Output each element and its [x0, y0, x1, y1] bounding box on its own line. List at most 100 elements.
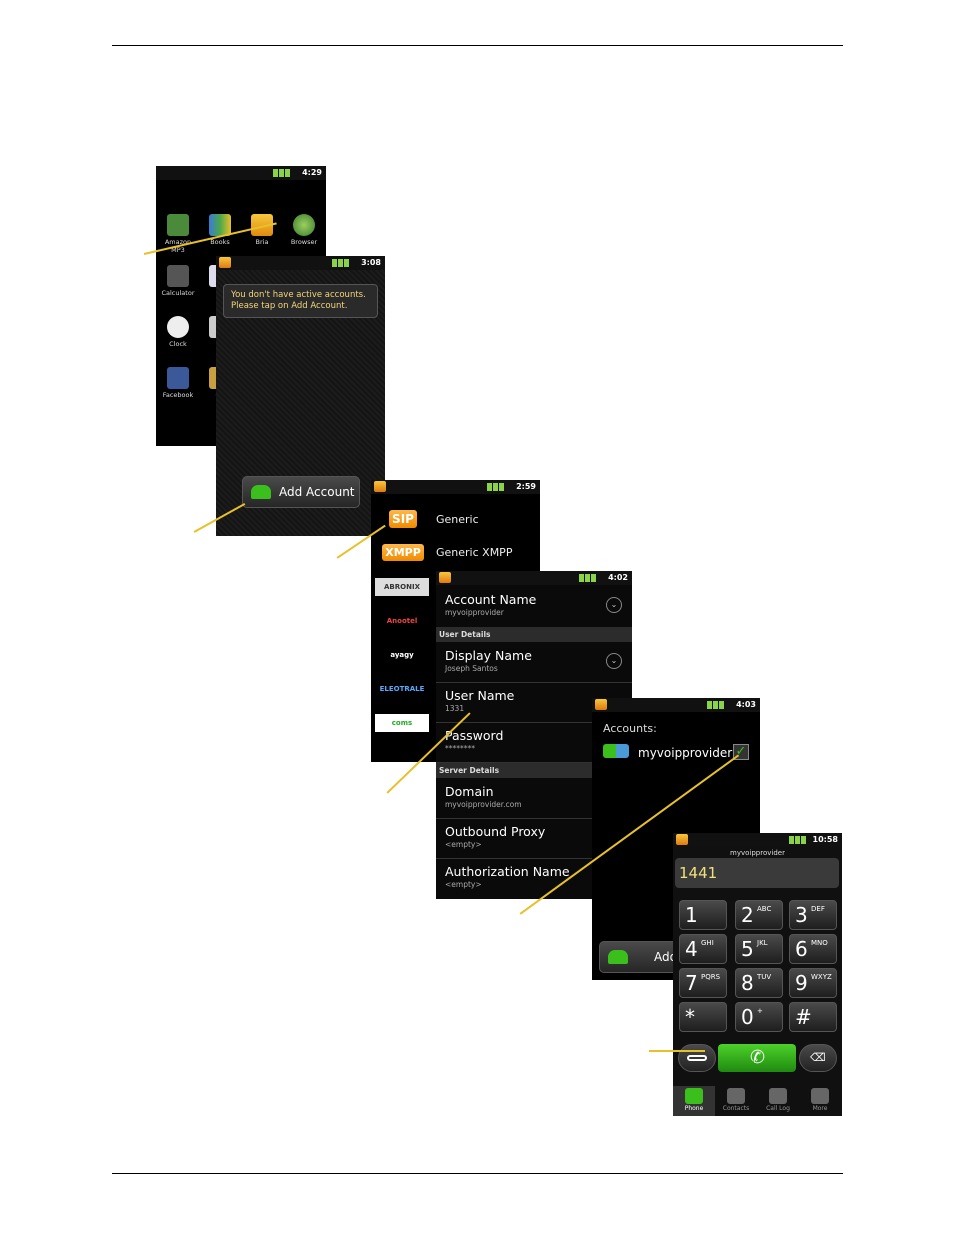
phone-icon — [685, 1088, 703, 1104]
provider-logo-ayagy[interactable]: ayagy — [375, 646, 429, 664]
dial-key-digit: 5 — [741, 937, 754, 961]
status-icons — [706, 701, 730, 709]
accounts-label: Accounts: — [603, 722, 657, 735]
status-time: 10:58 — [812, 835, 838, 844]
status-bar: 10:58 — [673, 833, 842, 847]
people-icon — [608, 950, 628, 964]
tab-contacts[interactable]: Contacts — [715, 1086, 757, 1116]
dial-key-2[interactable]: 2 ABC — [735, 900, 783, 930]
dial-key-digit: 4 — [685, 937, 698, 961]
status-icons — [272, 169, 296, 177]
bria-notification-icon — [219, 257, 231, 268]
phone-handset-icon: ✆ — [750, 1047, 766, 1068]
tab-more[interactable]: More — [799, 1086, 841, 1116]
dial-key-letters: WXYZ — [811, 973, 832, 981]
facebook-icon — [167, 367, 189, 389]
xmpp-badge: XMPP — [382, 544, 424, 561]
app-calculator[interactable]: Calculator — [158, 265, 198, 297]
status-icons — [788, 836, 812, 844]
dial-key-digit: 8 — [741, 971, 754, 995]
add-account-button[interactable]: Add Account — [242, 476, 360, 508]
chevron-down-icon[interactable]: ⌄ — [606, 597, 622, 613]
sip-badge: SIP — [389, 510, 417, 528]
status-time: 4:02 — [608, 573, 628, 582]
no-accounts-screenshot: 3:08 You don't have active accounts. Ple… — [216, 256, 385, 536]
dial-key-digit: 9 — [795, 971, 808, 995]
people-icon — [251, 485, 271, 499]
app-browser[interactable]: Browser — [284, 214, 324, 246]
dial-key-4[interactable]: 4 GHI — [679, 934, 727, 964]
app-books[interactable]: Books — [200, 214, 240, 246]
backspace-button[interactable]: ⌫ — [799, 1044, 837, 1072]
dial-key-letters: MNO — [811, 939, 828, 947]
chevron-down-icon[interactable]: ⌄ — [606, 653, 622, 669]
app-facebook[interactable]: Facebook — [158, 367, 198, 399]
status-icons — [486, 483, 510, 491]
status-bar: 4:03 — [592, 698, 760, 712]
dial-key-letters: DEF — [811, 905, 825, 913]
status-bar: 4:29 — [156, 166, 326, 180]
dial-key-7[interactable]: 7 PQRS — [679, 968, 727, 998]
dial-key-digit: # — [795, 1005, 812, 1029]
dial-key-letters: JKL — [757, 939, 768, 947]
display-name-row[interactable]: Display Name Joseph Santos ⌄ — [436, 643, 632, 683]
status-icons — [578, 574, 602, 582]
contacts-icon — [727, 1088, 745, 1104]
dial-key-letters: ABC — [757, 905, 772, 913]
dialer-account-title: myvoipprovider — [730, 849, 785, 857]
status-time: 3:08 — [361, 258, 381, 267]
status-bar: 2:59 — [371, 480, 540, 494]
bria-notification-icon — [595, 699, 607, 710]
dial-key-digit: 0 — [741, 1005, 754, 1029]
status-time: 4:29 — [302, 168, 322, 177]
top-rule — [112, 45, 843, 46]
dial-key-6[interactable]: 6 MNO — [789, 934, 837, 964]
dial-key-11[interactable]: 0 + — [735, 1002, 783, 1032]
account-entry[interactable]: myvoipprovider — [638, 746, 732, 760]
account-name-row[interactable]: Account Name myvoipprovider ⌄ — [436, 587, 632, 628]
user-details-header: User Details — [436, 627, 632, 642]
call-log-icon — [769, 1088, 787, 1104]
call-button[interactable]: ✆ — [718, 1044, 796, 1072]
status-bar: 4:02 — [436, 571, 632, 585]
browser-globe-icon — [293, 214, 315, 236]
dial-key-letters: + — [757, 1007, 763, 1015]
provider-logo-eleotrale[interactable]: ELEOTRALE — [375, 680, 429, 698]
voicemail-icon — [687, 1055, 707, 1061]
dial-key-digit: * — [685, 1005, 695, 1029]
dial-key-letters: TUV — [757, 973, 772, 981]
dial-key-1[interactable]: 1 — [679, 900, 727, 930]
provider-logo-abronix[interactable]: ABRONIX — [375, 578, 429, 596]
dial-key-digit: 6 — [795, 937, 808, 961]
status-bar: 3:08 — [216, 256, 385, 270]
bria-notification-icon — [439, 572, 451, 583]
app-clock[interactable]: Clock — [158, 316, 198, 348]
voicemail-button[interactable] — [678, 1044, 716, 1072]
provider-logo-coms[interactable]: coms — [375, 714, 429, 732]
registered-arrow-icon — [603, 744, 629, 758]
status-icons — [331, 259, 355, 267]
dial-key-8[interactable]: 8 TUV — [735, 968, 783, 998]
dial-key-3[interactable]: 3 DEF — [789, 900, 837, 930]
dialer-screenshot: 10:58 myvoipprovider 1441 1 2 ABC 3 DEF 4 GHI 5… — [673, 833, 842, 1116]
amazon-mp3-icon — [167, 214, 189, 236]
tab-call-log[interactable]: Call Log — [757, 1086, 799, 1116]
no-accounts-message: You don't have active accounts. Please t… — [223, 284, 378, 318]
status-time: 2:59 — [516, 482, 536, 491]
calculator-icon — [167, 265, 189, 287]
status-time: 4:03 — [736, 700, 756, 709]
dial-key-9[interactable]: 9 WXYZ — [789, 968, 837, 998]
dial-key-letters: GHI — [701, 939, 714, 947]
bria-notification-icon — [374, 481, 386, 492]
dial-key-12[interactable]: # — [789, 1002, 837, 1032]
tab-phone[interactable]: Phone — [673, 1086, 715, 1116]
dial-key-digit: 1 — [685, 903, 698, 927]
dial-key-10[interactable]: * — [679, 1002, 727, 1032]
provider-logo-anootel[interactable]: Anootel — [375, 612, 429, 630]
dial-key-5[interactable]: 5 JKL — [735, 934, 783, 964]
dialed-number-field[interactable]: 1441 — [675, 858, 839, 888]
dial-key-digit: 7 — [685, 971, 698, 995]
bria-notification-icon — [676, 834, 688, 845]
generic-xmpp-item[interactable]: Generic XMPP — [436, 546, 512, 559]
generic-sip-item[interactable]: Generic — [436, 513, 479, 526]
